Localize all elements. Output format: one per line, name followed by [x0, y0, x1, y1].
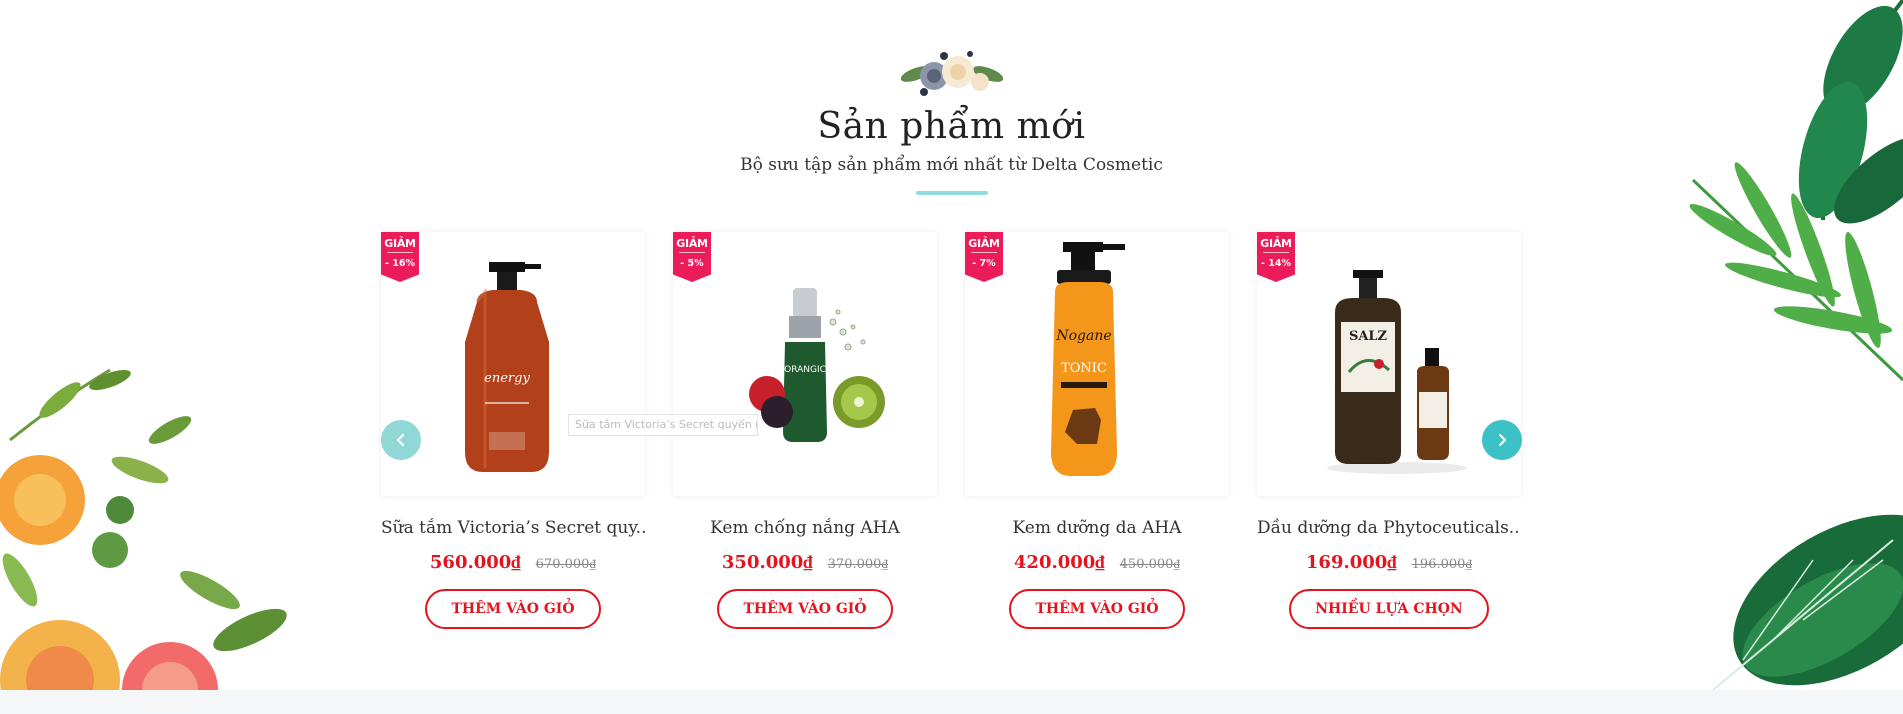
product-prices: 350.000₫ 370.000₫ — [673, 552, 937, 573]
product-price: 560.000₫ — [429, 552, 521, 573]
title-underline — [915, 191, 988, 195]
product-prices: 560.000₫ 670.000₫ — [381, 552, 645, 573]
product-bottle-image: Nogane TONIC — [1051, 242, 1125, 476]
product-old-price: 450.000₫ — [1119, 557, 1181, 572]
product-card[interactable]: Nogane TONIC GIẢM - 7% Kem dưỡng da AHA … — [965, 232, 1229, 629]
add-to-cart-button[interactable]: THÊM VÀO GIỎ — [425, 589, 601, 629]
product-oil-image: SALZ — [1327, 270, 1467, 474]
bottle-label: TONIC — [1061, 361, 1107, 376]
footer-strip — [0, 690, 1903, 714]
product-prices: 420.000₫ 450.000₫ — [965, 552, 1229, 573]
product-carousel: energy GIẢM - 16% Sữa tắm Victoria’s Sec… — [381, 232, 1523, 642]
product-prices: 169.000₫ 196.000₫ — [1257, 552, 1521, 573]
bottle-label: energy — [484, 371, 530, 386]
chevron-left-icon — [396, 433, 405, 447]
product-card[interactable]: SALZ GIẢM - 14% Dầu dưỡng da Phytoceutic… — [1257, 232, 1521, 629]
floral-ornament-icon — [900, 51, 1003, 96]
product-name[interactable]: Sữa tắm Victoria’s Secret quy... — [381, 518, 645, 538]
product-image[interactable]: energy GIẢM - 16% — [381, 232, 645, 496]
floral-decoration-left — [0, 368, 287, 714]
product-price: 350.000₫ — [721, 552, 813, 573]
carousel-next-button[interactable] — [1482, 420, 1522, 460]
add-to-cart-button[interactable]: THÊM VÀO GIỎ — [1009, 589, 1185, 629]
options-button[interactable]: NHIỀU LỰA CHỌN — [1289, 589, 1489, 629]
chevron-right-icon — [1498, 433, 1507, 447]
product-old-price: 370.000₫ — [827, 557, 889, 572]
product-image[interactable]: Nogane TONIC GIẢM - 7% — [965, 232, 1229, 496]
product-image[interactable]: SALZ GIẢM - 14% — [1257, 232, 1521, 496]
discount-badge: GIẢM - 7% — [965, 232, 1003, 282]
product-serum-image: ORANGIC — [749, 288, 885, 442]
product-image[interactable]: ORANGIC GIẢM - 5% — [673, 232, 937, 496]
product-price: 169.000₫ — [1305, 552, 1397, 573]
section-title: Sản phẩm mới — [817, 106, 1086, 147]
product-old-price: 670.000₫ — [535, 557, 597, 572]
discount-badge: GIẢM - 16% — [381, 232, 419, 282]
product-name[interactable]: Kem dưỡng da AHA — [965, 518, 1229, 538]
product-old-price: 196.000₫ — [1411, 557, 1473, 572]
section-header: Sản phẩm mới Bộ sưu tập sản phẩm mới nhấ… — [0, 44, 1903, 195]
product-price: 420.000₫ — [1013, 552, 1105, 573]
discount-badge: GIẢM - 14% — [1257, 232, 1295, 282]
add-to-cart-button[interactable]: THÊM VÀO GIỎ — [717, 589, 893, 629]
product-name-tooltip: Sữa tắm Victoria’s Secret quyến rũ — [568, 414, 758, 436]
section-subtitle: Bộ sưu tập sản phẩm mới nhất từ Delta Co… — [740, 155, 1163, 175]
bottle-label: SALZ — [1349, 329, 1388, 344]
product-bottle-image: energy — [465, 262, 549, 472]
product-name[interactable]: Kem chống nắng AHA — [673, 518, 937, 538]
discount-badge: GIẢM - 5% — [673, 232, 711, 282]
carousel-prev-button[interactable] — [381, 420, 421, 460]
svg-text:Nogane: Nogane — [1055, 328, 1111, 344]
product-name[interactable]: Dầu dưỡng da Phytoceuticals... — [1257, 518, 1521, 538]
bottle-label: ORANGIC — [784, 365, 826, 375]
